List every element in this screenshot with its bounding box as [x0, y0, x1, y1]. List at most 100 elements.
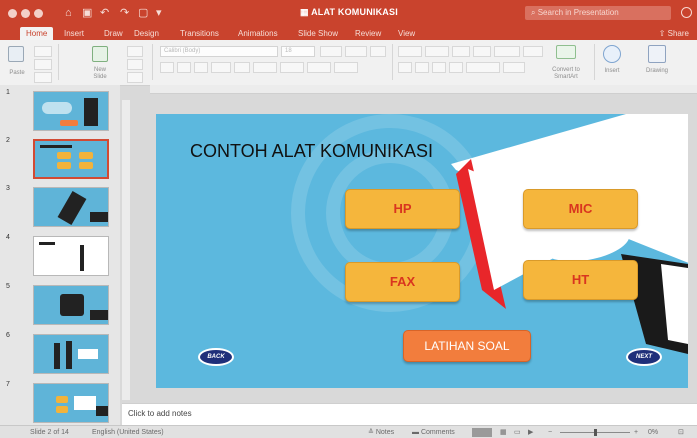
change-case-button[interactable]	[280, 62, 304, 73]
increase-indent-button[interactable]	[473, 46, 491, 57]
zoom-level[interactable]: 0%	[648, 428, 658, 437]
columns-button[interactable]	[523, 46, 543, 57]
align-right-button[interactable]	[432, 62, 446, 73]
text-direction-button[interactable]	[466, 62, 500, 73]
undo-icon[interactable]: ↶	[100, 6, 109, 20]
slide-title[interactable]: CONTOH ALAT KOMUNIKASI	[190, 141, 433, 162]
layout-button[interactable]	[127, 46, 143, 57]
justify-button[interactable]	[449, 62, 463, 73]
ribbon-separator	[594, 44, 595, 80]
drawing-button[interactable]: Drawing	[641, 68, 673, 75]
line-spacing-button[interactable]	[494, 46, 520, 57]
search-input[interactable]: ⌕ Search in Presentation	[525, 6, 671, 20]
tab-home[interactable]: Home	[20, 27, 54, 40]
option-ht-button[interactable]: HT	[523, 260, 638, 300]
font-size-select[interactable]: 18	[281, 46, 315, 57]
option-fax-button[interactable]: FAX	[345, 262, 460, 302]
language-indicator[interactable]: English (United States)	[92, 428, 164, 437]
latihan-soal-button[interactable]: LATIHAN SOAL	[403, 330, 531, 362]
superscript-button[interactable]	[234, 62, 250, 73]
numbering-button[interactable]	[425, 46, 449, 57]
zoom-slider-thumb[interactable]	[594, 429, 597, 436]
option-mic-button[interactable]: MIC	[523, 189, 638, 229]
slide-2[interactable]: CONTOH ALAT KOMUNIKASI HP MIC FAX HT LAT…	[156, 114, 688, 388]
comments-toggle[interactable]: ▬ Comments	[412, 428, 455, 437]
next-button[interactable]: NEXT	[626, 348, 662, 366]
comments-icon: ▬	[412, 429, 421, 436]
close-window-button[interactable]	[8, 9, 17, 18]
ribbon-separator	[392, 44, 393, 80]
home-icon[interactable]: ⌂	[65, 6, 72, 20]
document-title: ▦ ALAT KOMUNIKASI	[300, 7, 398, 17]
reset-button[interactable]	[127, 59, 143, 70]
tab-review[interactable]: Review	[355, 27, 381, 40]
align-center-button[interactable]	[415, 62, 429, 73]
decrease-indent-button[interactable]	[452, 46, 470, 57]
zoom-in-icon[interactable]: +	[634, 428, 638, 437]
slide-thumbnail-3[interactable]	[33, 187, 109, 227]
reading-view-icon[interactable]: ▭	[514, 428, 521, 437]
slide-sorter-icon[interactable]: ▦	[500, 428, 507, 437]
tab-animations[interactable]: Animations	[238, 27, 278, 40]
tab-insert[interactable]: Insert	[64, 27, 84, 40]
fit-to-window-icon[interactable]: ⊡	[678, 428, 684, 437]
insert-shapes-icon[interactable]	[603, 45, 621, 63]
format-painter-button[interactable]	[34, 72, 52, 83]
font-color-button[interactable]	[334, 62, 358, 73]
notes-toggle[interactable]: ≙ Notes	[368, 428, 394, 437]
highlight-color-button[interactable]	[307, 62, 331, 73]
cut-button[interactable]	[34, 46, 52, 57]
zoom-out-icon[interactable]: −	[548, 428, 552, 437]
bullets-button[interactable]	[398, 46, 422, 57]
section-button[interactable]	[127, 72, 143, 83]
increase-font-button[interactable]	[320, 46, 342, 57]
new-slide-icon[interactable]	[92, 46, 108, 62]
slide-thumbnail-6[interactable]	[33, 334, 109, 374]
bold-button[interactable]	[160, 62, 174, 73]
slide-thumbnail-7[interactable]	[33, 383, 109, 423]
decrease-font-button[interactable]	[345, 46, 367, 57]
clear-formatting-button[interactable]	[370, 46, 386, 57]
feedback-smiley-icon[interactable]	[681, 7, 692, 18]
clipboard-icon[interactable]	[8, 46, 24, 62]
thumbnail-number: 6	[6, 332, 10, 339]
save-icon[interactable]: ▣	[82, 6, 92, 20]
minimize-window-button[interactable]	[21, 9, 30, 18]
character-spacing-button[interactable]	[253, 62, 277, 73]
slide-thumbnail-5[interactable]	[33, 285, 109, 325]
tab-draw[interactable]: Draw	[104, 27, 123, 40]
normal-view-button[interactable]	[472, 428, 492, 437]
back-button[interactable]: BACK	[198, 348, 234, 366]
slide-thumbnail-2[interactable]	[33, 139, 109, 179]
underline-button[interactable]	[194, 62, 208, 73]
copy-button[interactable]	[34, 59, 52, 70]
slide-thumbnail-4[interactable]	[33, 236, 109, 276]
align-text-button[interactable]	[503, 62, 525, 73]
align-left-button[interactable]	[398, 62, 412, 73]
paste-button[interactable]: Paste	[4, 70, 30, 77]
tab-design[interactable]: Design	[134, 27, 159, 40]
customize-toolbar-icon[interactable]: ▾	[156, 6, 162, 20]
tab-slide-show[interactable]: Slide Show	[298, 27, 338, 40]
slide-thumbnail-1[interactable]	[33, 91, 109, 131]
tab-view[interactable]: View	[398, 27, 415, 40]
powerpoint-window: ⌂ ▣ ↶ ↷ ▢ ▾ ▦ ALAT KOMUNIKASI ⌕ Search i…	[0, 0, 697, 438]
strikethrough-button[interactable]	[211, 62, 231, 73]
slideshow-view-icon[interactable]: ▶	[528, 428, 533, 437]
new-slide-button[interactable]: New Slide	[88, 67, 112, 81]
present-icon[interactable]: ▢	[138, 6, 148, 20]
slide-thumbnail-panel: 1 2 3 4 5 6 7	[0, 85, 120, 425]
font-name-select[interactable]: Calibri (Body)	[160, 46, 278, 57]
italic-button[interactable]	[177, 62, 191, 73]
convert-to-smartart-button[interactable]: Convert to SmartArt	[544, 67, 588, 81]
notes-pane[interactable]: Click to add notes	[122, 403, 697, 426]
redo-icon[interactable]: ↷	[120, 6, 129, 20]
tab-transitions[interactable]: Transitions	[180, 27, 219, 40]
maximize-window-button[interactable]	[34, 9, 43, 18]
option-hp-button[interactable]: HP	[345, 189, 460, 229]
share-button[interactable]: ⇧ Share	[659, 27, 689, 40]
insert-button[interactable]: Insert	[598, 68, 626, 75]
smartart-icon[interactable]	[556, 45, 576, 59]
slide-position: Slide 2 of 14	[30, 429, 69, 436]
drawing-icon[interactable]	[648, 45, 666, 63]
